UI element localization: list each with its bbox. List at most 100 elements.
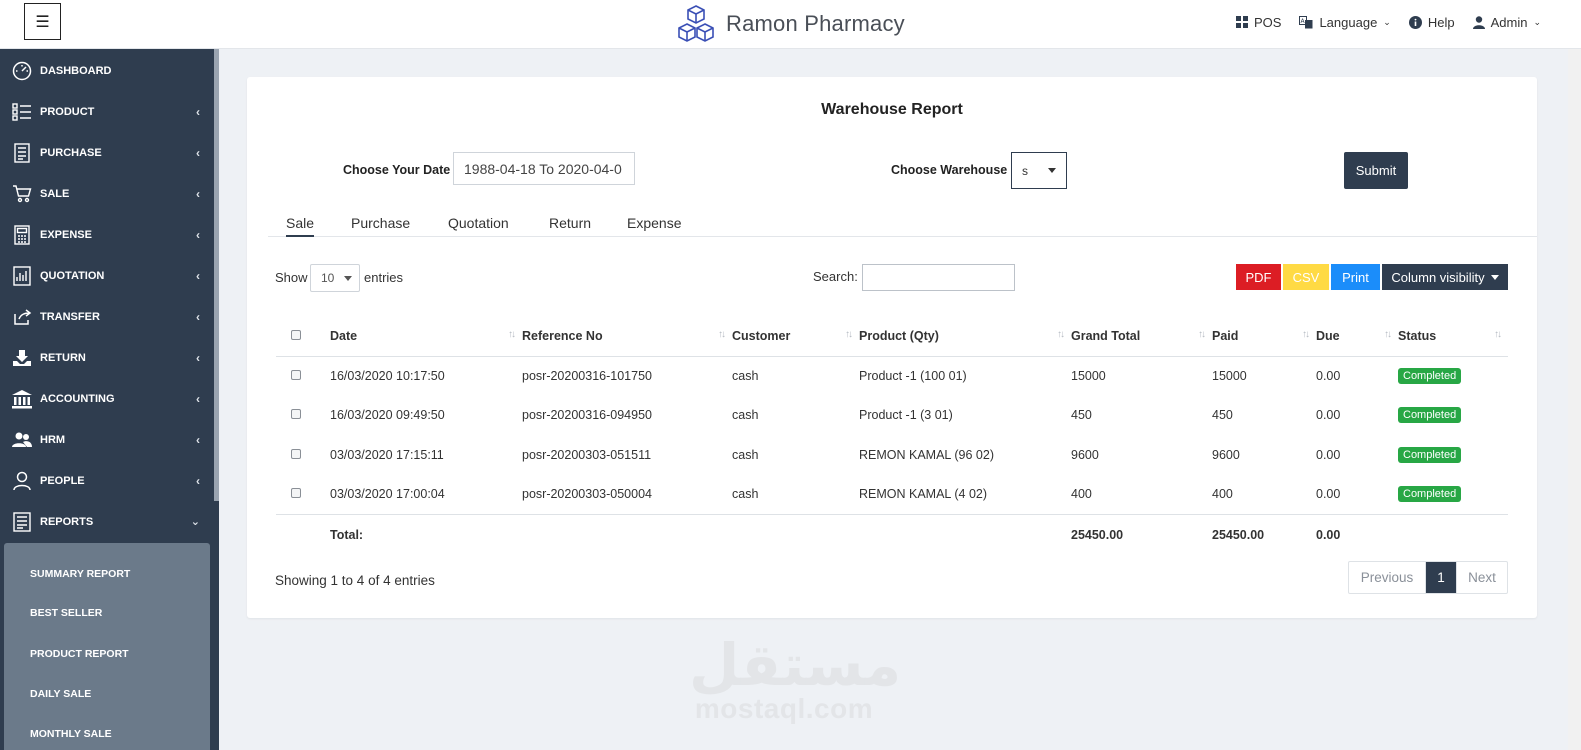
status-badge: Completed [1398, 446, 1462, 463]
pos-link[interactable]: POS [1235, 15, 1281, 30]
user-icon [11, 470, 33, 492]
help-link[interactable]: Help [1408, 14, 1455, 30]
tab-sale[interactable]: Sale [286, 215, 315, 237]
sidebar-item-people[interactable]: PEOPLE ‹ [0, 460, 214, 501]
chevron-left-icon: ‹ [196, 268, 200, 283]
sidebar-item-expense[interactable]: EXPENSE ‹ [0, 214, 214, 255]
sidebar-item-label: QUOTATION [40, 269, 105, 282]
brand[interactable]: Ramon Pharmacy [676, 2, 905, 46]
sidebar-item-return[interactable]: RETURN ‹ [0, 337, 214, 378]
page-1-button[interactable]: 1 [1426, 562, 1456, 593]
row-checkbox[interactable] [291, 409, 301, 420]
cell-product: REMON KAMAL (96 02) [859, 447, 994, 462]
col-customer[interactable]: Customer ↑↓ [732, 316, 859, 357]
total-due: 0.00 [1316, 513, 1398, 555]
sidebar-item-sale[interactable]: SALE ‹ [0, 173, 214, 214]
table-header-row: Date ↑↓ Reference No ↑↓ Customer ↑↓ Product… [276, 316, 1508, 357]
next-page-button[interactable]: Next [1456, 562, 1507, 593]
cubes-logo-icon [678, 5, 714, 42]
col-reference-no[interactable]: Reference No ↑↓ [522, 316, 732, 357]
col-due[interactable]: Due ↑↓ [1316, 316, 1398, 357]
col-date[interactable]: Date ↑↓ [330, 316, 522, 357]
language-dropdown[interactable]: A Language ⌄ [1299, 15, 1391, 30]
watermark: مستقل mostaql.com [689, 636, 901, 724]
download-icon [11, 347, 33, 369]
entries-length-select[interactable]: 10 [310, 264, 360, 292]
sidebar-item-product[interactable]: PRODUCT ‹ [0, 91, 214, 132]
sidebar-item-label: DASHBOARD [40, 64, 112, 77]
cell-customer: cash [732, 487, 759, 502]
select-all-cell[interactable] [276, 316, 330, 357]
chevron-left-icon: ‹ [196, 391, 200, 406]
sales-table: Date ↑↓ Reference No ↑↓ Customer ↑↓ Product… [276, 316, 1508, 555]
sub-item-product-report[interactable]: PRODUCT REPORT [30, 648, 129, 660]
tab-purchase[interactable]: Purchase [351, 215, 410, 237]
print-button[interactable]: Print [1331, 264, 1380, 290]
sub-item-summary-report[interactable]: SUMMARY REPORT [30, 568, 130, 580]
chevron-left-icon: ‹ [196, 145, 200, 160]
user-dropdown[interactable]: Admin ⌄ [1472, 15, 1541, 30]
row-checkbox[interactable] [291, 488, 301, 499]
sidebar-item-reports[interactable]: REPORTS ⌄ [0, 501, 214, 542]
tab-expense[interactable]: Expense [627, 215, 681, 237]
cell-grand-total: 450 [1071, 408, 1092, 423]
column-visibility-button[interactable]: Column visibility [1382, 264, 1508, 290]
tab-return[interactable]: Return [549, 215, 591, 237]
sidebar-scrollbar[interactable] [214, 49, 219, 501]
sub-item-daily-sale[interactable]: DAILY SALE [30, 688, 91, 700]
page-scrollbar[interactable] [1568, 49, 1581, 750]
row-checkbox[interactable] [291, 370, 301, 381]
cell-due: 0.00 [1316, 408, 1341, 423]
cell-date: 16/03/2020 09:49:50 [330, 408, 445, 423]
help-label: Help [1427, 14, 1455, 30]
search-input[interactable] [862, 264, 1015, 291]
sidebar-item-quotation[interactable]: QUOTATION ‹ [0, 255, 214, 296]
cell-grand-total: 9600 [1071, 447, 1099, 462]
sort-icon: ↑↓ [1494, 329, 1502, 340]
chevron-down-icon: ⌄ [1383, 16, 1391, 27]
table-row: 03/03/2020 17:00:04 posr-20200303-050004… [276, 475, 1508, 515]
sidebar-item-dashboard[interactable]: DASHBOARD [0, 50, 214, 91]
cell-product: Product -1 (3 01) [859, 408, 953, 423]
sidebar-item-hrm[interactable]: HRM ‹ [0, 419, 214, 460]
sidebar-item-transfer[interactable]: TRANSFER ‹ [0, 296, 214, 337]
col-product-qty[interactable]: Product (Qty) ↑↓ [859, 316, 1071, 357]
sidebar-item-label: PEOPLE [40, 474, 85, 487]
brand-name: Ramon Pharmacy [726, 11, 905, 36]
cell-date: 16/03/2020 10:17:50 [330, 369, 445, 384]
submit-button[interactable]: Submit [1344, 152, 1408, 189]
cell-reference-no: posr-20200316-101750 [522, 369, 652, 384]
sub-item-monthly-sale[interactable]: MONTHLY SALE [30, 728, 112, 740]
sidebar-item-purchase[interactable]: PURCHASE ‹ [0, 132, 214, 173]
chevron-left-icon: ‹ [196, 186, 200, 201]
menu-toggle-button[interactable]: ☰ [24, 3, 61, 40]
row-checkbox[interactable] [291, 448, 301, 459]
cell-paid: 15000 [1212, 369, 1247, 384]
sub-item-best-seller[interactable]: BEST SELLER [30, 607, 102, 619]
warehouse-label: Choose Warehouse [891, 163, 1008, 177]
select-all-checkbox[interactable] [291, 329, 301, 340]
sidebar-item-label: PURCHASE [40, 146, 102, 159]
date-range-input[interactable]: 1988-04-18 To 2020-04-0 [453, 152, 635, 185]
sort-icon: ↑↓ [508, 329, 516, 340]
date-label: Choose Your Date [343, 163, 451, 177]
sort-icon: ↑↓ [1384, 329, 1392, 340]
col-paid[interactable]: Paid ↑↓ [1212, 316, 1316, 357]
status-badge: Completed [1398, 407, 1462, 424]
sidebar-item-label: HRM [40, 433, 66, 446]
csv-button[interactable]: CSV [1283, 264, 1329, 290]
pdf-button[interactable]: PDF [1236, 264, 1281, 290]
caret-down-icon [1048, 168, 1056, 173]
col-grand-total[interactable]: Grand Total ↑↓ [1071, 316, 1212, 357]
cart-icon [11, 183, 33, 205]
sidebar-item-accounting[interactable]: ACCOUNTING ‹ [0, 378, 214, 419]
reports-submenu: SUMMARY REPORT BEST SELLER PRODUCT REPOR… [4, 543, 210, 750]
sidebar-item-label: ACCOUNTING [40, 392, 115, 405]
total-grand-total: 25450.00 [1071, 513, 1212, 555]
entries-value: 10 [321, 271, 335, 285]
chevron-left-icon: ‹ [196, 227, 200, 242]
warehouse-select[interactable]: s [1011, 152, 1067, 189]
col-status[interactable]: Status ↑↓ [1398, 316, 1508, 357]
previous-page-button[interactable]: Previous [1349, 562, 1426, 593]
tab-quotation[interactable]: Quotation [448, 215, 509, 237]
